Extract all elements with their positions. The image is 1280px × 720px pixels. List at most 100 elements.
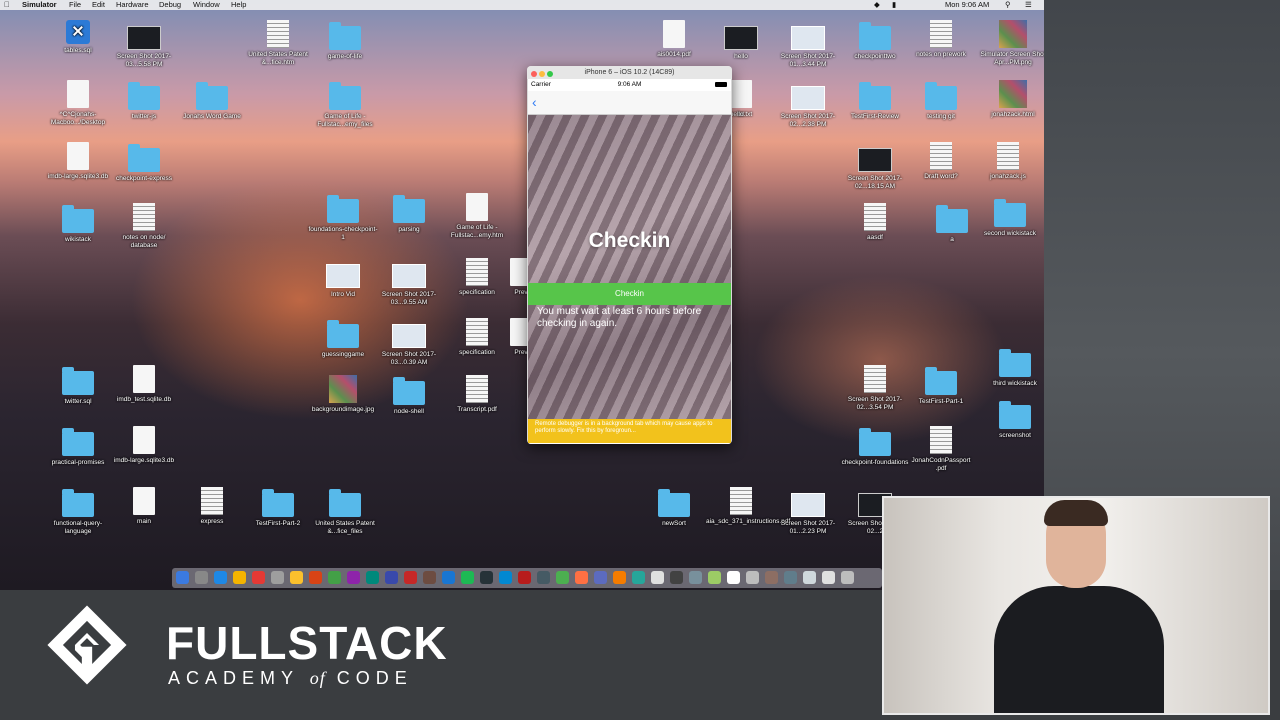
dock-app-icon[interactable] [727,571,740,584]
dock-app-icon[interactable] [803,571,816,584]
desktop-icon[interactable]: Screen Shot 2017-03...9.55 AM [374,258,444,306]
dock-app-icon[interactable] [613,571,626,584]
desktop-icon[interactable]: main [109,487,179,526]
checkin-button[interactable]: Checkin [528,283,731,305]
desktop-icon[interactable]: checkpoint-foundations [840,426,910,467]
dock-app-icon[interactable] [822,571,835,584]
dock-app-icon[interactable] [689,571,702,584]
desktop-icon[interactable]: Game of Life - Fullstac...emy.htm [442,193,512,239]
desktop-icon[interactable]: JonahCodnPassport .pdf [906,426,976,472]
dock-app-icon[interactable] [670,571,683,584]
dock-app-icon[interactable] [651,571,664,584]
desktop-icon[interactable]: guessinggame [308,318,378,359]
dock-app-icon[interactable] [252,571,265,584]
dock-app-icon[interactable] [575,571,588,584]
desktop-icon[interactable]: Screen Shot 2017-01...2.23 PM [773,487,843,535]
desktop-icon[interactable]: twitter.sql [43,365,113,406]
desktop-icon[interactable]: parsing [374,193,444,234]
dock-app-icon[interactable] [708,571,721,584]
dock-app-icon[interactable] [765,571,778,584]
desktop-icon[interactable]: node-shell [374,375,444,416]
desktop-icon[interactable]: jonahzack.js [973,142,1043,181]
desktop-icon[interactable]: twitter-js [109,80,179,121]
menu-app-name[interactable]: Simulator [22,0,57,10]
dock-app-icon[interactable] [499,571,512,584]
menu-debug[interactable]: Debug [159,0,181,10]
dock-app-icon[interactable] [556,571,569,584]
desktop-icon[interactable]: newSort [639,487,709,528]
dock-app-icon[interactable] [518,571,531,584]
desktop-icon[interactable]: Intro Vid [308,258,378,299]
desktop-icon[interactable]: TestFirst-Part-1 [906,365,976,406]
desktop-icon[interactable]: express [177,487,247,526]
dock-app-icon[interactable] [176,571,189,584]
spotlight-search-icon[interactable]: ⚲ [1005,0,1011,10]
desktop-icon[interactable]: notes on prework [906,20,976,59]
dock-app-icon[interactable] [632,571,645,584]
battery-icon[interactable]: ▮ [892,0,896,10]
dock-app-icon[interactable] [841,571,854,584]
dock-app-icon[interactable] [423,571,436,584]
desktop-icon[interactable]: Screen Shot 2017-02...18.15 AM [840,142,910,190]
zoom-window-button[interactable] [547,71,553,77]
wifi-icon[interactable]: ◆ [874,0,880,10]
desktop-icon[interactable]: testing git [906,80,976,121]
desktop-icon[interactable]: Screen Shot 2017-03...0.39 AM [374,318,444,366]
simulator-title-bar[interactable]: iPhone 6 – iOS 10.2 (14C89) [527,66,732,79]
desktop-icon[interactable]: practical-promises [43,426,113,467]
dock-app-icon[interactable] [594,571,607,584]
desktop-icon[interactable]: hello [706,20,776,61]
dock-app-icon[interactable] [385,571,398,584]
dock-app-icon[interactable] [214,571,227,584]
dock-app-icon[interactable] [480,571,493,584]
dock-app-icon[interactable] [442,571,455,584]
desktop-icon[interactable]: Jonahs Word Game [177,80,247,121]
desktop-icon[interactable]: imdb-large.sqlite3.db [43,142,113,181]
desktop-icon[interactable]: Screen Shot 2017-01...3.44 PM [773,20,843,68]
dock-app-icon[interactable] [290,571,303,584]
desktop-icon[interactable]: Screen Shot 2017-02...2.38 PM [773,80,843,128]
desktop-icon[interactable]: ^C^Cjonahs-Macboo.../Desktop [43,80,113,126]
desktop-icon[interactable]: third wickistack [980,347,1044,388]
desktop-icon[interactable]: game-of-life [310,20,380,61]
desktop-icon[interactable]: checkpoint-express [109,142,179,183]
desktop-icon[interactable]: United States Patent &...fice.htm [243,20,313,66]
desktop-icon[interactable]: jonahzack.html [978,80,1044,119]
desktop-icon[interactable]: TestFirst-Review [840,80,910,121]
notification-center-icon[interactable]: ☰ [1025,0,1032,10]
menu-window[interactable]: Window [193,0,220,10]
menu-clock[interactable]: Mon 9:06 AM [945,0,989,10]
desktop-icon[interactable]: aasdf [840,203,910,242]
desktop-icon[interactable]: Simulator Screen Shot Apr...PM.png [978,20,1044,66]
dock-app-icon[interactable] [537,571,550,584]
desktop-icon[interactable]: notes on node/ database [109,203,179,249]
desktop-icon[interactable]: functional-query-language [43,487,113,535]
desktop-icon[interactable]: ais0014.pdf [639,20,709,59]
desktop-icon[interactable]: foundations-checkpoint-1 [308,193,378,241]
menu-hardware[interactable]: Hardware [116,0,149,10]
dock-app-icon[interactable] [784,571,797,584]
desktop-icon[interactable]: Screen Shot 2017-02...3.54 PM [840,365,910,411]
dock-app-icon[interactable] [347,571,360,584]
dock-app-icon[interactable] [328,571,341,584]
menu-file[interactable]: File [69,0,81,10]
dock-app-icon[interactable] [461,571,474,584]
desktop-icon[interactable]: imdb-large.sqlite3.db [109,426,179,465]
debugger-warning-banner[interactable]: Remote debugger is in a background tab w… [528,419,731,443]
desktop-icon[interactable]: Transcript.pdf [442,375,512,414]
desktop-icon[interactable]: second wickistack [975,197,1044,238]
apple-icon[interactable]:  [4,0,10,10]
desktop-icon[interactable]: Game of Life - Fullstac...emy_files [310,80,380,128]
dock-app-icon[interactable] [746,571,759,584]
desktop-icon[interactable]: United States Patent &...fice_files [310,487,380,535]
dock-app-icon[interactable] [195,571,208,584]
close-window-button[interactable] [531,71,537,77]
dock-app-icon[interactable] [233,571,246,584]
desktop-icon[interactable]: imdb_test.sqlite.db [109,365,179,404]
dock-app-icon[interactable] [271,571,284,584]
desktop-icon[interactable]: ⨯ tables.sql [43,20,113,55]
dock-app-icon[interactable] [366,571,379,584]
back-chevron-icon[interactable]: ‹ [532,94,537,110]
minimize-window-button[interactable] [539,71,545,77]
menu-edit[interactable]: Edit [92,0,105,10]
